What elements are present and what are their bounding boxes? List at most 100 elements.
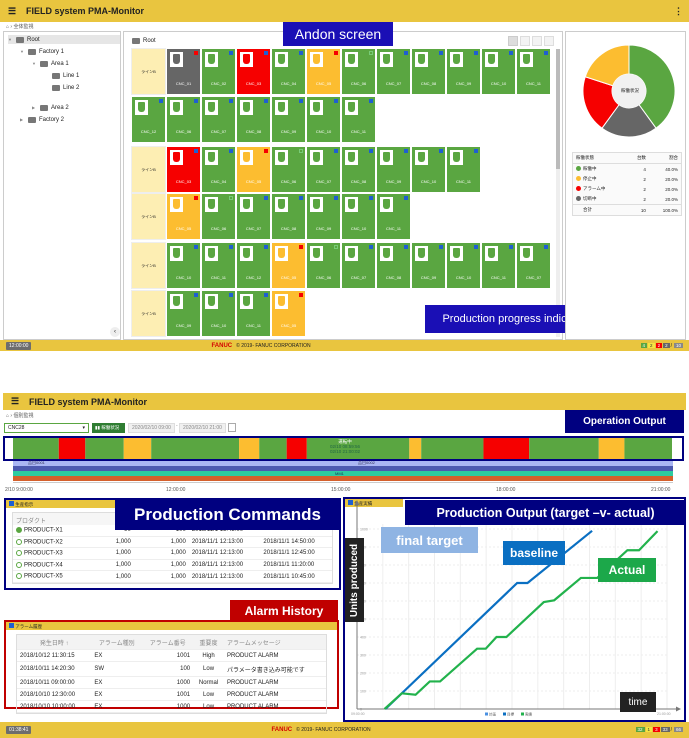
expand-toggle-icon[interactable]: ▶ — [32, 105, 37, 110]
machine-tile[interactable]: CNC_07 — [201, 96, 236, 143]
tree-item[interactable]: ▼ Factory 1 — [20, 47, 64, 56]
machine-tile[interactable]: CNC_07 — [516, 242, 551, 289]
timeline-segment-alarm[interactable] — [286, 438, 307, 459]
timeline-segment-running[interactable] — [151, 438, 240, 459]
timeline-segment-running[interactable] — [13, 438, 59, 459]
tree-item[interactable]: ▶ Factory 2 — [20, 115, 64, 124]
alarm-col-header[interactable]: 重要度 — [193, 635, 224, 650]
machine-tile[interactable]: CNC_06 — [306, 242, 341, 289]
alarm-row[interactable]: 2018/10/10 12:30:00 EX 1001 Low PRODUCT ALAR… — [17, 688, 326, 701]
machine-tile[interactable]: CNC_09 — [411, 242, 446, 289]
tree-item[interactable]: Line 1 — [44, 71, 79, 80]
timeline-segment-running[interactable] — [259, 438, 287, 459]
detail-view-icon[interactable] — [532, 36, 542, 46]
machine-tile[interactable]: CNC_06 — [166, 96, 201, 143]
machine-tile[interactable]: CNC_11 — [481, 242, 516, 289]
scroll-left-button[interactable]: ‹ — [110, 327, 120, 337]
machine-tile[interactable]: CNC_05 — [166, 193, 201, 240]
machine-tile[interactable]: CNC_08 — [411, 48, 446, 95]
grid-view-icon[interactable] — [508, 36, 518, 46]
machine-tile[interactable]: CNC_07 — [236, 193, 271, 240]
expand-toggle-icon[interactable]: ▶ — [20, 117, 25, 122]
expand-toggle-icon[interactable]: ▼ — [20, 49, 25, 54]
machine-tile[interactable]: CNC_12 — [131, 96, 166, 143]
timeline-segment-stopped[interactable] — [409, 438, 422, 459]
expand-toggle-icon[interactable]: ▼ — [8, 37, 13, 42]
alarm-row[interactable]: 2018/10/12 11:30:15 EX 1001 High PRODUCT ALA… — [17, 649, 326, 662]
menu-icon[interactable]: ☰ — [8, 6, 18, 17]
machine-tile[interactable]: CNC_04 — [201, 146, 236, 193]
command-row[interactable]: PRODUCT-X5 1,000 1,000 2018/11/1 12:13:00 20… — [13, 570, 332, 583]
timeline-segment-alarm[interactable] — [483, 438, 530, 459]
command-row[interactable]: PRODUCT-X4 1,000 1,000 2018/11/1 12:13:00 20… — [13, 559, 332, 572]
machine-tile[interactable]: CNC_03 — [166, 146, 201, 193]
radio-button[interactable] — [16, 550, 22, 557]
machine-tile[interactable]: CNC_08 — [271, 193, 306, 240]
list-view-icon[interactable] — [520, 36, 530, 46]
machine-tile[interactable]: CNC_05 — [236, 146, 271, 193]
machine-tile[interactable]: CNC_07 — [376, 48, 411, 95]
machine-tile[interactable]: CNC_08 — [376, 242, 411, 289]
timeline-segment-running[interactable] — [529, 438, 599, 459]
machine-tile[interactable]: CNC_11 — [446, 146, 481, 193]
machine-tile[interactable]: CNC_11 — [516, 48, 551, 95]
alarm-row[interactable]: 2018/10/11 14:20:30 SW 100 Low パラメータ書き込み可能です — [17, 661, 326, 677]
radio-button[interactable] — [16, 573, 22, 580]
legend-label[interactable]: 実績 — [525, 712, 533, 717]
timeline-segment-stopped[interactable] — [123, 438, 152, 459]
machine-tile[interactable]: CNC_08 — [341, 146, 376, 193]
alarm-col-header[interactable]: アラームメッセージ — [223, 635, 326, 650]
machine-tile[interactable]: CNC_09 — [376, 146, 411, 193]
tree-item[interactable]: ▶ Area 2 — [32, 103, 69, 112]
timeline-segment-running[interactable] — [624, 438, 672, 459]
tree-item[interactable]: Line 2 — [44, 83, 79, 92]
menu-icon[interactable]: ☰ — [11, 396, 21, 407]
machine-tile[interactable]: CNC_09 — [446, 48, 481, 95]
command-row[interactable]: PRODUCT-X2 1,000 1,000 2018/11/1 12:13:00 20… — [13, 536, 332, 549]
machine-tile[interactable]: CNC_09 — [166, 290, 201, 337]
timeline-segment-running[interactable] — [85, 438, 124, 459]
machine-tile[interactable]: CNC_03 — [236, 48, 271, 95]
machine-tile[interactable]: CNC_02 — [201, 48, 236, 95]
machine-tile[interactable]: CNC_01 — [166, 48, 201, 95]
tree-item[interactable]: ▼ Root — [8, 35, 120, 44]
machine-tile[interactable]: CNC_05 — [306, 48, 341, 95]
machine-tile[interactable]: CNC_12 — [236, 242, 271, 289]
machine-tile[interactable]: CNC_11 — [201, 242, 236, 289]
alarm-row[interactable]: 2018/10/11 09:00:00 EX 1000 Normal PRODUCT A… — [17, 676, 326, 689]
legend-label[interactable]: 目標 — [507, 712, 515, 717]
machine-tile[interactable]: CNC_06 — [271, 146, 306, 193]
alarm-col-header[interactable]: 発生日時 ↑ — [17, 635, 92, 650]
machine-tile[interactable]: CNC_11 — [341, 96, 376, 143]
machine-tile[interactable]: CNC_05 — [271, 242, 306, 289]
date-from-input[interactable]: 2020/02/10 09:00 — [128, 423, 175, 433]
timeline-segment-stopped[interactable] — [239, 438, 260, 459]
machine-tile[interactable]: CNC_05 — [271, 290, 306, 337]
calendar-icon[interactable] — [228, 423, 236, 432]
machine-tile[interactable]: CNC_09 — [306, 193, 341, 240]
machine-tile[interactable]: CNC_09 — [271, 96, 306, 143]
machine-tile[interactable]: CNC_10 — [411, 146, 446, 193]
alarm-col-header[interactable]: アラーム番号 — [142, 635, 194, 650]
vertical-scrollbar[interactable] — [556, 49, 560, 337]
alarm-row[interactable]: 2018/10/10 10:00:00 EX 1000 Low PRODUCT ALAR… — [17, 700, 326, 713]
radio-button[interactable] — [16, 527, 22, 533]
tree-item[interactable]: ▼ Area 1 — [32, 59, 69, 68]
date-to-input[interactable]: 2020/02/10 21:00 — [179, 423, 226, 433]
kebab-menu-icon[interactable]: ⋮ — [674, 6, 683, 17]
machine-tile[interactable]: CNC_06 — [201, 193, 236, 240]
machine-tile[interactable]: CNC_07 — [306, 146, 341, 193]
command-row[interactable]: PRODUCT-X3 1,000 1,000 2018/11/1 12:13:00 20… — [13, 547, 332, 560]
machine-tile[interactable]: CNC_10 — [446, 242, 481, 289]
timeline-segment-alarm[interactable] — [58, 438, 86, 459]
machine-tile[interactable]: CNC_04 — [271, 48, 306, 95]
machine-tile[interactable]: CNC_10 — [201, 290, 236, 337]
machine-tile[interactable]: CNC_10 — [166, 242, 201, 289]
home-icon[interactable]: ⌂ — [6, 413, 9, 419]
machine-tile[interactable]: CNC_07 — [341, 242, 376, 289]
status-view-button[interactable]: ▮▮ 稼働状況 — [92, 423, 125, 433]
scrollbar-thumb[interactable] — [556, 49, 560, 169]
machine-tile[interactable]: CNC_10 — [306, 96, 341, 143]
radio-button[interactable] — [16, 561, 22, 568]
expand-toggle-icon[interactable]: ▼ — [32, 61, 37, 66]
